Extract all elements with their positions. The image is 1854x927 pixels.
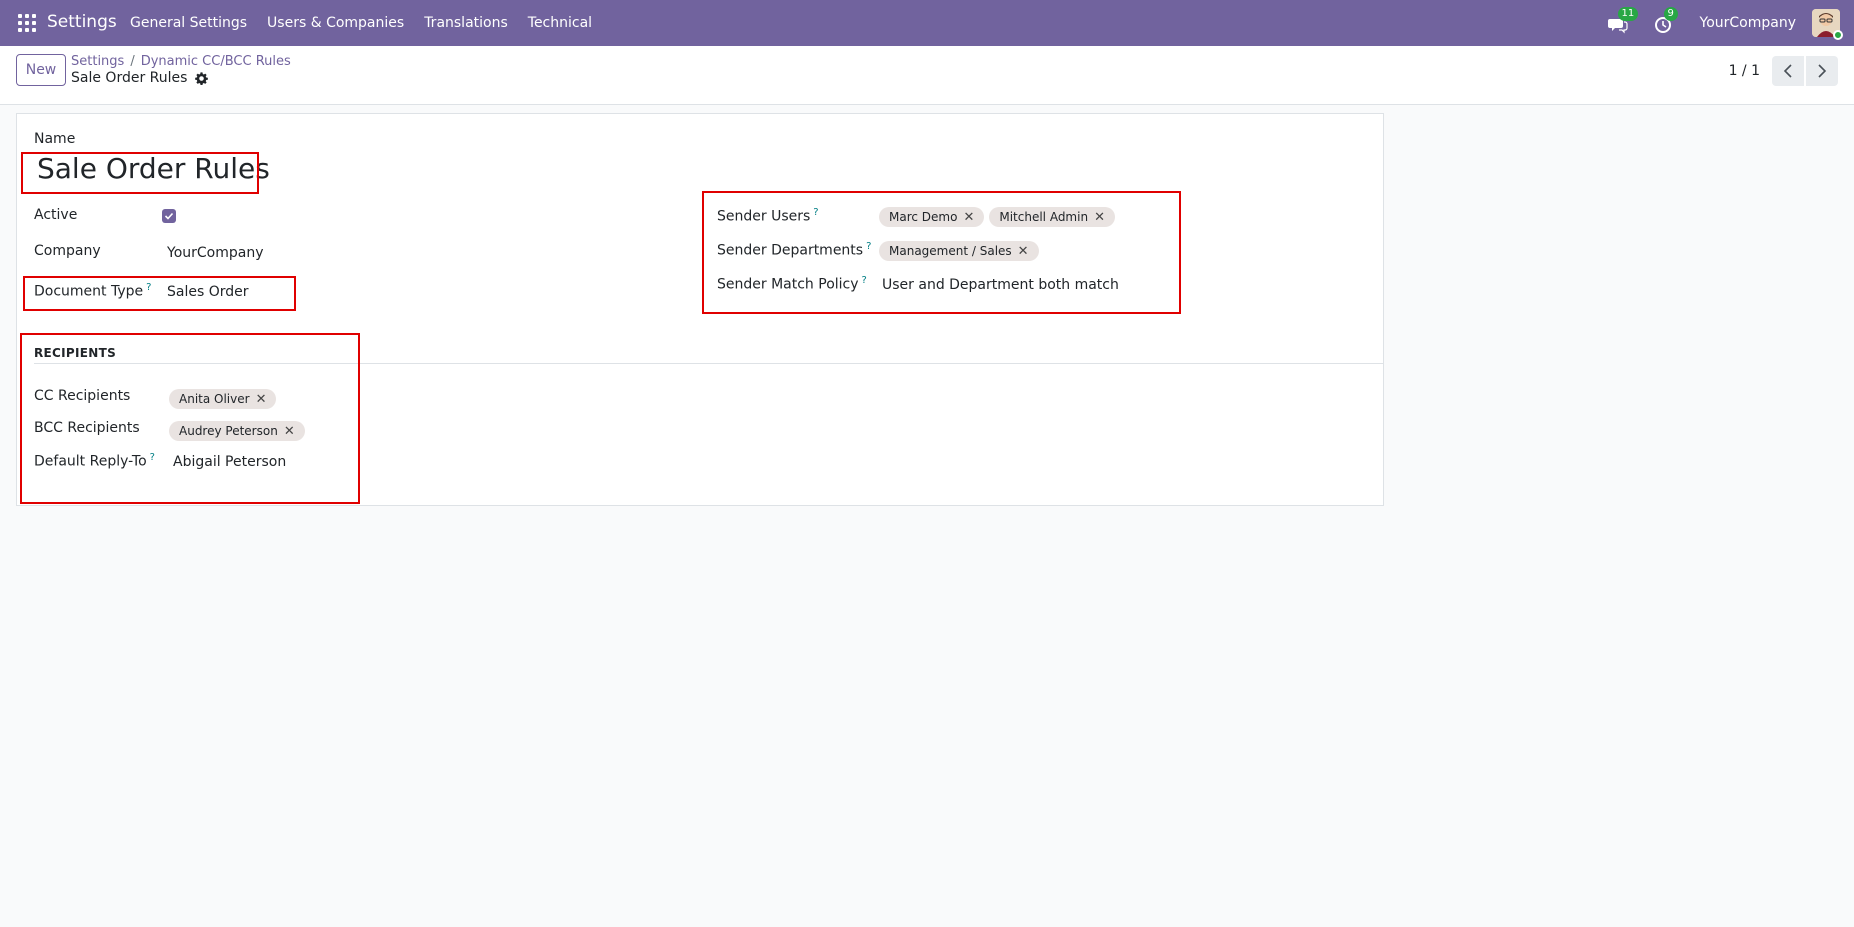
remove-tag-icon[interactable]: ✕ [963,210,974,225]
sender-departments-label: Sender Departments? [717,241,872,259]
cc-recipients-label: CC Recipients [34,388,131,404]
chevron-right-icon [1818,64,1827,78]
messages-count-badge: 11 [1617,7,1639,21]
breadcrumb-settings[interactable]: Settings [71,54,124,69]
breadcrumb-separator: / [130,54,135,69]
remove-tag-icon[interactable]: ✕ [1018,244,1029,259]
active-checkbox[interactable] [162,209,176,223]
menu-users-companies[interactable]: Users & Companies [257,15,414,31]
pager-next-button[interactable] [1806,56,1838,86]
remove-tag-icon[interactable]: ✕ [1094,210,1105,225]
default-reply-to-field[interactable]: Abigail Peterson [173,454,286,470]
menu-technical[interactable]: Technical [518,15,602,31]
pager-previous-button[interactable] [1772,56,1804,86]
bcc-recipients-tags[interactable]: Audrey Peterson ✕ [169,421,310,441]
sender-users-label: Sender Users? [717,207,819,225]
app-title[interactable]: Settings [47,12,117,32]
sender-users-help-icon[interactable]: ? [813,207,818,218]
company-field[interactable]: YourCompany [167,245,264,261]
document-type-help-icon[interactable]: ? [146,282,151,293]
section-divider [34,363,1383,364]
sender-departments-tags[interactable]: Management / Sales ✕ [879,241,1044,261]
main-menu: General Settings Users & Companies Trans… [120,0,602,46]
name-label: Name [34,131,76,147]
sender-match-policy-label: Sender Match Policy? [717,275,867,293]
sender-match-policy-help-icon[interactable]: ? [862,275,867,286]
control-panel: New Settings / Dynamic CC/BCC Rules Sale… [0,46,1854,105]
company-switcher[interactable]: YourCompany [1700,15,1797,31]
record-title-text: Sale Order Rules [71,70,188,86]
recipients-section-title: RECIPIENTS [34,346,117,360]
user-avatar[interactable] [1812,9,1843,40]
chevron-left-icon [1783,64,1792,78]
active-label: Active [34,207,78,223]
cc-recipients-tags[interactable]: Anita Oliver ✕ [169,389,281,409]
tag-sender-department: Management / Sales ✕ [879,241,1039,261]
sender-users-tags[interactable]: Marc Demo ✕ Mitchell Admin ✕ [879,207,1120,227]
gear-icon[interactable] [195,71,209,85]
company-label: Company [34,243,101,259]
sender-departments-help-icon[interactable]: ? [866,241,871,252]
navbar-systray: 11 9 YourCompany [1607,0,1854,46]
pager: 1 / 1 [1729,56,1838,86]
form-sheet: Name Sale Order Rules Active Company You… [16,113,1384,506]
document-type-field[interactable]: Sales Order [167,284,249,300]
tag-sender-user: Marc Demo ✕ [879,207,985,227]
messages-icon[interactable]: 11 [1607,7,1639,34]
tag-sender-user: Mitchell Admin ✕ [989,207,1115,227]
sender-match-policy-field[interactable]: User and Department both match [882,277,1119,293]
tag-bcc-recipient: Audrey Peterson ✕ [169,421,305,441]
bcc-recipients-label: BCC Recipients [34,420,140,436]
menu-general-settings[interactable]: General Settings [120,15,257,31]
remove-tag-icon[interactable]: ✕ [256,392,267,407]
name-input[interactable]: Sale Order Rules [37,152,270,185]
online-status-dot [1833,30,1843,40]
default-reply-to-label: Default Reply-To? [34,452,155,470]
activities-clock-icon[interactable]: 9 [1654,7,1678,34]
remove-tag-icon[interactable]: ✕ [284,424,295,439]
breadcrumb: Settings / Dynamic CC/BCC Rules [71,54,291,69]
default-reply-to-help-icon[interactable]: ? [150,452,155,463]
breadcrumb-dynamic-rules[interactable]: Dynamic CC/BCC Rules [141,54,291,69]
activities-count-badge: 9 [1663,7,1678,21]
apps-menu-icon[interactable] [18,14,36,32]
document-type-label: Document Type? [34,282,152,300]
check-icon [164,212,174,220]
menu-translations[interactable]: Translations [414,15,518,31]
pager-value[interactable]: 1 / 1 [1729,63,1760,79]
new-button[interactable]: New [16,54,66,86]
tag-cc-recipient: Anita Oliver ✕ [169,389,277,409]
record-title: Sale Order Rules [71,70,209,86]
top-navbar: Settings General Settings Users & Compan… [0,0,1854,46]
